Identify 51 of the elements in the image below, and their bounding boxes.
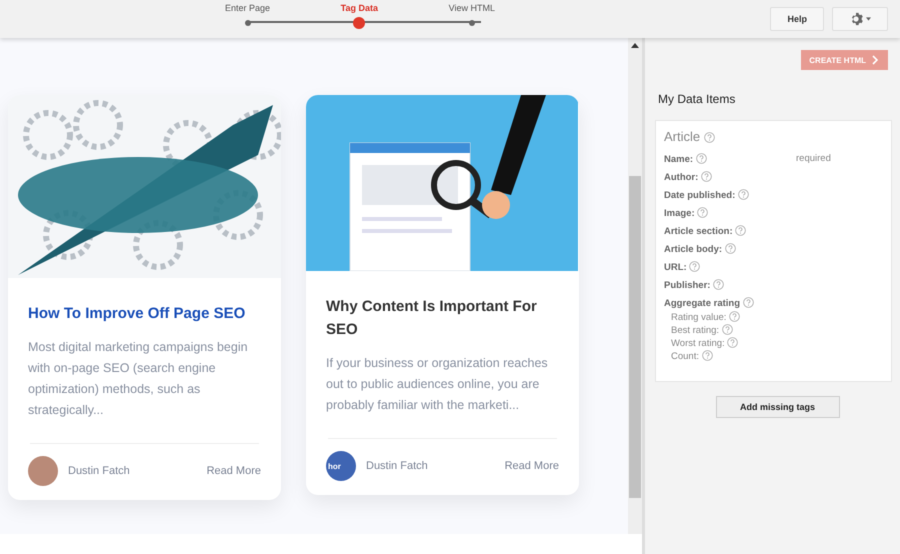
article-excerpt: If your business or organization reaches out to public audiences online, you are probably familiar with the marketi... [326,355,549,414]
field-label: Rating value: [671,311,883,324]
help-icon[interactable] [722,324,733,335]
chevron-right-icon [872,55,878,65]
section-title: Article [664,129,883,144]
required-note: required [796,153,831,166]
step-tab[interactable]: Tag Data [340,0,378,38]
help-icon[interactable] [689,261,700,272]
help-icon[interactable] [735,225,746,236]
read-more-link[interactable]: Read More [504,460,559,472]
help-icon[interactable] [738,189,749,200]
avatar [28,456,58,486]
help-button[interactable]: Help [770,7,824,31]
field-label: Article section: [664,225,760,238]
help-icon[interactable] [727,337,738,348]
help-icon[interactable] [724,243,736,254]
avatar: hor [326,451,356,481]
author-name: Dustin Fatch [366,460,428,472]
help-icon[interactable] [729,311,740,322]
read-more-link[interactable]: Read More [206,465,261,477]
article-title: Why Content Is Important For SEO [326,297,538,340]
help-icon[interactable] [697,207,708,218]
help-icon[interactable] [696,153,707,164]
field-label: Image: [664,207,760,220]
help-icon[interactable] [700,171,712,182]
add-missing-tags-button[interactable]: Add missing tags [716,396,840,418]
field-label: Worst rating: [671,337,883,350]
settings-icon [849,12,863,26]
article-excerpt: Most digital marketing campaigns begin with on-page SEO (search engine optimization) methods, such as strategically... [28,339,249,419]
scrollbar[interactable] [628,38,642,534]
help-icon[interactable] [713,279,724,290]
caret-icon [866,17,871,21]
field-label: Article body: [664,243,760,256]
field-label: Publisher: [664,279,760,292]
settings-button[interactable] [832,7,888,31]
field-label: Aggregate rating [664,297,760,310]
field-label: Name: [664,153,760,166]
step-tab[interactable]: Enter Page [225,0,270,38]
field-label: URL: [664,261,760,274]
field-label: Date published: [664,189,760,202]
help-icon[interactable] [742,297,754,308]
author-name: Dustin Fatch [68,465,130,477]
help-icon[interactable] [704,132,715,143]
step-tab[interactable]: View HTML [448,0,495,38]
scroll-up-icon[interactable] [631,43,639,48]
article-title[interactable]: How To Improve Off Page SEO [28,302,261,325]
field-label: Count: [671,350,883,363]
field-label: Author: [664,171,760,184]
field-label: Best rating: [671,324,883,337]
help-icon[interactable] [702,350,713,361]
panel-title: My Data Items [658,92,736,106]
